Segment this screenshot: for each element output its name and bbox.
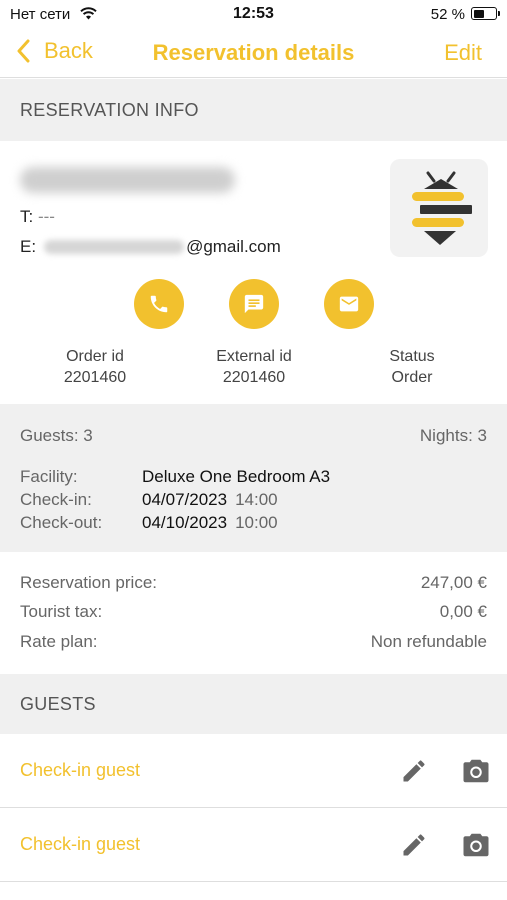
- pencil-icon[interactable]: [400, 757, 428, 785]
- section-header-reservation-info: RESERVATION INFO: [0, 79, 507, 141]
- chevron-left-icon: [17, 39, 30, 63]
- checkout-label: Check-out:: [20, 513, 103, 532]
- checkin-value: 04/07/2023 14:00: [142, 490, 278, 510]
- tourist-tax-value: 0,00 €: [439, 602, 487, 621]
- status-value: Order: [391, 369, 433, 386]
- facility-value: Deluxe One Bedroom A3: [142, 467, 331, 486]
- reservation-price-label: Reservation price:: [20, 573, 158, 592]
- external-id: External id 2201460: [179, 346, 329, 388]
- price-details: Reservation price: 247,00 € Tourist tax:…: [0, 553, 507, 673]
- guests-count: Guests: 3: [20, 426, 93, 445]
- email-redacted: [44, 240, 185, 254]
- checkin-date: 04/07/2023: [142, 490, 228, 509]
- rate-plan-value: Non refundable: [370, 632, 487, 651]
- rate-plan-row: Rate plan: Non refundable: [20, 632, 487, 656]
- camera-icon[interactable]: [461, 757, 491, 785]
- status-bar: Нет сети 12:53 52 %: [0, 0, 507, 30]
- checkin-time: 14:00: [235, 490, 278, 509]
- email-label: E:: [20, 237, 37, 256]
- order-id-label: Order id: [66, 348, 124, 365]
- nights-count: Nights: 3: [419, 426, 487, 445]
- mail-icon: [339, 296, 359, 312]
- navigation-bar: Back Reservation details Edit: [0, 30, 507, 78]
- order-id-value: 2201460: [63, 369, 127, 386]
- tourist-tax-row: Tourist tax: 0,00 €: [20, 602, 487, 626]
- guest-row: Check-in guest: [0, 808, 507, 882]
- guest-row: Check-in guest: [0, 734, 507, 808]
- email-domain: @gmail.com: [186, 237, 281, 256]
- checkout-value: 04/10/2023 10:00: [142, 513, 278, 533]
- checkin-label: Check-in:: [20, 490, 92, 509]
- pencil-icon[interactable]: [400, 831, 428, 859]
- message-button[interactable]: [229, 279, 279, 329]
- camera-icon[interactable]: [461, 831, 491, 859]
- external-id-value: 2201460: [222, 369, 286, 386]
- reservation-price-value: 247,00 €: [420, 573, 487, 592]
- reservation-info: T: --- E: @gmail.com Order id 2201460 Ex…: [0, 141, 507, 403]
- status: Status Order: [337, 346, 487, 388]
- phone-label: T:: [20, 207, 34, 226]
- status-label: Status: [389, 348, 435, 365]
- section-header-guests: GUESTS: [0, 674, 507, 734]
- battery-percent: 52 %: [430, 6, 465, 23]
- order-id: Order id 2201460: [20, 346, 170, 388]
- phone-icon: [150, 295, 168, 313]
- rate-plan-label: Rate plan:: [20, 632, 98, 651]
- external-id-label: External id: [216, 348, 292, 365]
- bee-logo-icon: [412, 171, 472, 245]
- price-row: Reservation price: 247,00 €: [20, 573, 487, 597]
- property-logo: [390, 159, 488, 257]
- facility-label: Facility:: [20, 467, 78, 486]
- email-line: E: @gmail.com: [20, 237, 281, 257]
- check-in-guest-link[interactable]: Check-in guest: [20, 760, 140, 781]
- phone-line: T: ---: [20, 207, 55, 227]
- battery-icon: [471, 7, 500, 20]
- check-in-guest-link[interactable]: Check-in guest: [20, 834, 140, 855]
- message-icon: [244, 294, 264, 314]
- back-label: Back: [44, 38, 93, 63]
- checkout-time: 10:00: [235, 513, 278, 532]
- back-button[interactable]: Back: [16, 38, 93, 64]
- email-button[interactable]: [324, 279, 374, 329]
- phone-value: ---: [37, 207, 55, 226]
- call-button[interactable]: [134, 279, 184, 329]
- stay-details: Guests: 3 Nights: 3 Facility: Deluxe One…: [0, 404, 507, 552]
- guest-name-redacted: [20, 167, 235, 193]
- tourist-tax-label: Tourist tax:: [20, 602, 103, 621]
- edit-button[interactable]: Edit: [444, 40, 482, 66]
- checkout-date: 04/10/2023: [142, 513, 228, 532]
